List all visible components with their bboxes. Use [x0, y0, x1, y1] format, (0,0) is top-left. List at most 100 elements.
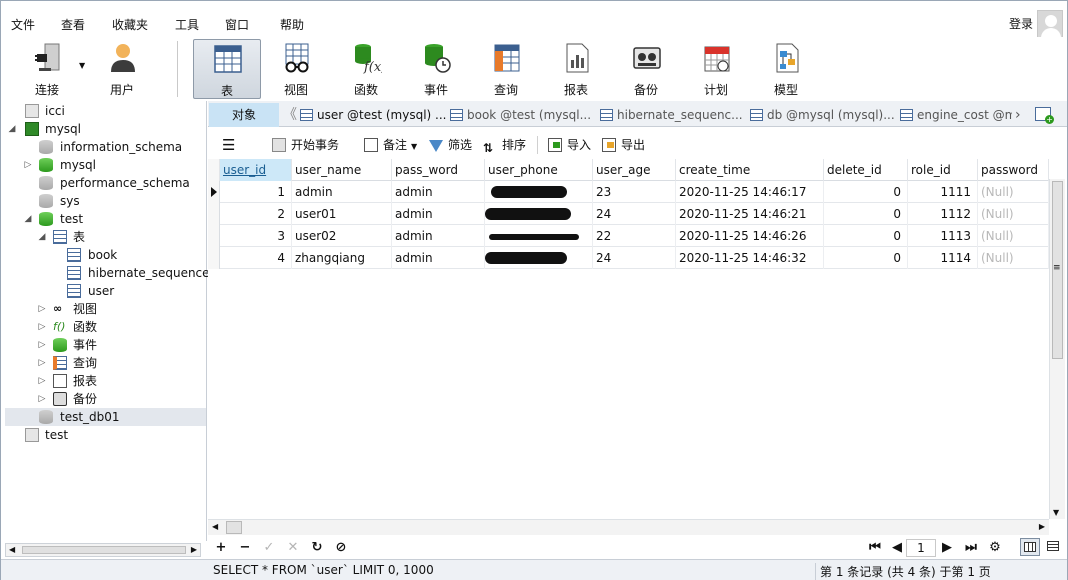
cell-user-id[interactable]: 1 — [220, 181, 292, 203]
collapsed-toggle-icon[interactable]: ▷ — [37, 300, 47, 318]
report-button[interactable]: 报表 — [543, 39, 609, 99]
prev-page-icon[interactable]: ◀ — [888, 539, 906, 557]
cell-create-time[interactable]: 2020-11-25 14:46:26 — [676, 225, 824, 247]
expanded-toggle-icon[interactable]: ◢ — [7, 120, 17, 138]
cell-user-name[interactable]: user01 — [292, 203, 392, 225]
filter-button[interactable]: 筛选 — [429, 136, 472, 154]
memo-button[interactable]: 备注 ▼ — [364, 136, 417, 154]
query-button[interactable]: 查询 — [473, 39, 539, 99]
collapsed-toggle-icon[interactable]: ▷ — [37, 372, 47, 390]
column-header-role-id[interactable]: role_id — [908, 159, 978, 181]
collapsed-toggle-icon[interactable]: ▷ — [37, 390, 47, 408]
view-button[interactable]: 视图 — [263, 39, 329, 99]
column-header-delete-id[interactable]: delete_id — [824, 159, 908, 181]
tree-connection-icci[interactable]: icci — [1, 102, 206, 120]
cell-password[interactable]: (Null) — [978, 225, 1049, 247]
menu-file[interactable]: 文件 — [11, 1, 35, 33]
sidebar-horizontal-scrollbar[interactable]: ◀ ▶ — [5, 543, 201, 557]
grid-horizontal-scrollbar[interactable]: ◀ ▶ — [208, 519, 1049, 535]
cell-create-time[interactable]: 2020-11-25 14:46:21 — [676, 203, 824, 225]
table-row[interactable]: 4 zhangqiang admin 24 2020-11-25 14:46:3… — [208, 247, 1049, 269]
tree-db-information-schema[interactable]: information_schema — [1, 138, 206, 156]
cell-user-age[interactable]: 24 — [593, 247, 676, 269]
cell-user-id[interactable]: 3 — [220, 225, 292, 247]
schedule-button[interactable]: 计划 — [683, 39, 749, 99]
column-header-user-id[interactable]: user_id — [220, 159, 292, 181]
column-header-user-phone[interactable]: user_phone — [485, 159, 593, 181]
expanded-toggle-icon[interactable]: ◢ — [37, 228, 47, 246]
cell-user-id[interactable]: 2 — [220, 203, 292, 225]
delete-record-icon[interactable]: − — [236, 539, 254, 557]
cell-user-age[interactable]: 22 — [593, 225, 676, 247]
function-button[interactable]: f(x) 函数 — [333, 39, 399, 99]
user-button[interactable]: 用户 — [89, 39, 155, 99]
tab-scroll-right-icon[interactable]: › — [1015, 103, 1021, 127]
cell-user-phone[interactable] — [485, 247, 593, 269]
scroll-left-icon[interactable]: ◀ — [212, 522, 218, 531]
table-row[interactable]: 1 admin admin 23 2020-11-25 14:46:17 0 1… — [208, 181, 1049, 203]
column-header-password[interactable]: password — [978, 159, 1049, 181]
cell-create-time[interactable]: 2020-11-25 14:46:32 — [676, 247, 824, 269]
cell-user-name[interactable]: user02 — [292, 225, 392, 247]
cell-password[interactable]: (Null) — [978, 203, 1049, 225]
column-header-user-name[interactable]: user_name — [292, 159, 392, 181]
new-query-tab-icon[interactable]: + — [1035, 107, 1054, 124]
tree-folder-queries[interactable]: ▷ 查询 — [1, 354, 206, 372]
grid-hscroll-thumb[interactable] — [226, 521, 242, 534]
tree-folder-views[interactable]: ▷ ∞ 视图 — [1, 300, 206, 318]
form-view-icon[interactable] — [1044, 538, 1064, 556]
connect-dropdown-icon[interactable]: ▼ — [79, 61, 85, 70]
collapsed-toggle-icon[interactable]: ▷ — [37, 336, 47, 354]
next-page-icon[interactable]: ▶ — [938, 539, 956, 557]
column-header-pass-word[interactable]: pass_word — [392, 159, 485, 181]
menu-window[interactable]: 窗口 — [225, 1, 249, 33]
tab-hibernate-sequence[interactable]: hibernate_sequenc... — [600, 103, 746, 127]
page-number-input[interactable]: 1 — [906, 539, 936, 557]
first-page-icon[interactable]: ⏮ — [866, 539, 884, 557]
table-row[interactable]: 2 user01 admin 24 2020-11-25 14:46:21 0 … — [208, 203, 1049, 225]
tree-db-sys[interactable]: sys — [1, 192, 206, 210]
cell-user-name[interactable]: zhangqiang — [292, 247, 392, 269]
cell-pass-word[interactable]: admin — [392, 225, 485, 247]
menu-view[interactable]: 查看 — [61, 1, 85, 33]
cell-user-phone[interactable] — [485, 181, 593, 203]
add-record-icon[interactable]: + — [212, 539, 230, 557]
tree-folder-tables[interactable]: ◢ 表 — [1, 228, 206, 246]
tree-connection-mysql[interactable]: ◢ mysql — [1, 120, 206, 138]
cell-pass-word[interactable]: admin — [392, 247, 485, 269]
menu-favorites[interactable]: 收藏夹 — [112, 1, 148, 33]
tree-db-performance-schema[interactable]: performance_schema — [1, 174, 206, 192]
tab-objects[interactable]: 对象 — [209, 103, 279, 127]
tree-table-hibernate-sequence[interactable]: hibernate_sequence — [1, 264, 210, 282]
table-button[interactable]: 表 — [193, 39, 261, 99]
tab-engine-cost[interactable]: engine_cost @m — [900, 103, 1012, 127]
refresh-icon[interactable]: ↻ — [308, 539, 326, 557]
tree-db-test-db01[interactable]: test_db01 — [5, 408, 206, 426]
cell-role-id[interactable]: 1113 — [908, 225, 978, 247]
apply-changes-icon[interactable]: ✓ — [260, 539, 278, 557]
login-link[interactable]: 登录 — [1009, 15, 1033, 32]
expanded-toggle-icon[interactable]: ◢ — [23, 210, 33, 228]
tree-db-test[interactable]: ◢ test — [1, 210, 206, 228]
connect-button[interactable]: 连接 — [14, 39, 80, 99]
grid-view-icon[interactable] — [1020, 538, 1040, 556]
avatar[interactable] — [1037, 10, 1063, 38]
scroll-right-icon[interactable]: ▶ — [1039, 522, 1045, 531]
tab-user-test[interactable]: user @test (mysql) ... — [300, 103, 446, 127]
discard-changes-icon[interactable]: ✕ — [284, 539, 302, 557]
tree-connection-test[interactable]: test — [1, 426, 206, 444]
cell-user-phone[interactable] — [485, 203, 593, 225]
table-row[interactable]: 3 user02 admin 22 2020-11-25 14:46:26 0 … — [208, 225, 1049, 247]
cell-delete-id[interactable]: 0 — [824, 181, 908, 203]
cell-create-time[interactable]: 2020-11-25 14:46:17 — [676, 181, 824, 203]
tree-folder-events[interactable]: ▷ 事件 — [1, 336, 206, 354]
cell-user-age[interactable]: 23 — [593, 181, 676, 203]
collapsed-toggle-icon[interactable]: ▷ — [37, 318, 47, 336]
tree-folder-functions[interactable]: ▷ f() 函数 — [1, 318, 206, 336]
tree-folder-reports[interactable]: ▷ 报表 — [1, 372, 206, 390]
grid-vertical-scrollbar[interactable]: ≡ ▼ — [1049, 179, 1065, 519]
cell-pass-word[interactable]: admin — [392, 203, 485, 225]
cell-role-id[interactable]: 1111 — [908, 181, 978, 203]
tab-book-test[interactable]: book @test (mysql... — [450, 103, 596, 127]
scroll-left-icon[interactable]: ◀ — [9, 544, 15, 556]
